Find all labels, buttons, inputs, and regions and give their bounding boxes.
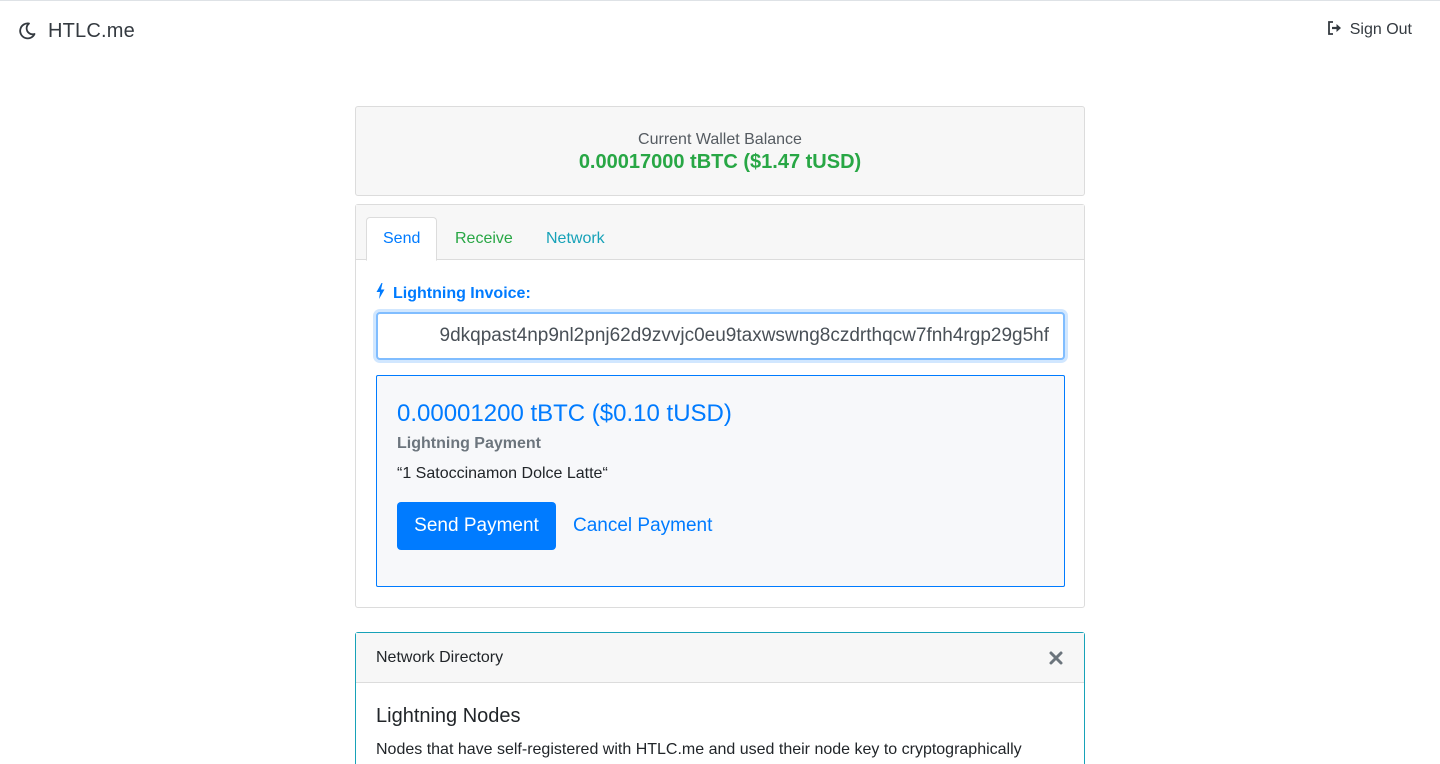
tab-receive[interactable]: Receive	[439, 217, 529, 260]
sign-out-label: Sign Out	[1349, 21, 1412, 38]
tab-send[interactable]: Send	[366, 217, 437, 261]
sign-out-button[interactable]: Sign Out	[1327, 19, 1412, 41]
sign-out-icon	[1327, 20, 1342, 40]
top-navbar: HTLC.me Sign Out	[0, 1, 1440, 61]
balance-label: Current Wallet Balance	[638, 131, 802, 148]
network-directory-title: Network Directory	[376, 649, 504, 666]
payment-description: “1 Satoccinamon Dolce Latte“	[397, 465, 608, 482]
payment-type: Lightning Payment	[397, 435, 541, 452]
brand-link[interactable]: HTLC.me	[18, 18, 135, 44]
lightning-nodes-heading: Lightning Nodes	[376, 705, 521, 727]
balance-value: 0.00017000 tBTC ($1.47 tUSD)	[578, 151, 862, 173]
wallet-balance-card: Current Wallet Balance 0.00017000 tBTC (…	[355, 106, 1085, 196]
cancel-payment-link[interactable]: Cancel Payment	[573, 515, 712, 537]
invoice-label: Lightning Invoice:	[376, 283, 531, 304]
lightning-nodes-description: Nodes that have self-registered with HTL…	[376, 741, 1022, 758]
tab-network[interactable]: Network	[530, 217, 621, 260]
send-payment-button[interactable]: Send Payment	[397, 502, 556, 550]
lightning-invoice-input[interactable]	[376, 312, 1065, 360]
invoice-label-text: Lightning Invoice:	[393, 284, 531, 302]
close-icon[interactable]	[1048, 650, 1064, 666]
payment-amount: 0.00001200 tBTC ($0.10 tUSD)	[397, 400, 732, 427]
wallet-actions-card: Send Receive Network Lightning Invoice: …	[355, 204, 1085, 608]
bolt-icon	[376, 283, 385, 304]
brand-name: HTLC.me	[48, 19, 135, 42]
tab-bar: Send Receive Network	[356, 205, 1084, 261]
payment-details-panel: 0.00001200 tBTC ($0.10 tUSD) Lightning P…	[376, 375, 1065, 587]
network-directory-header: Network Directory	[356, 633, 1084, 683]
moon-icon	[18, 22, 36, 40]
network-directory-card: Network Directory Lightning Nodes Nodes …	[355, 632, 1085, 764]
